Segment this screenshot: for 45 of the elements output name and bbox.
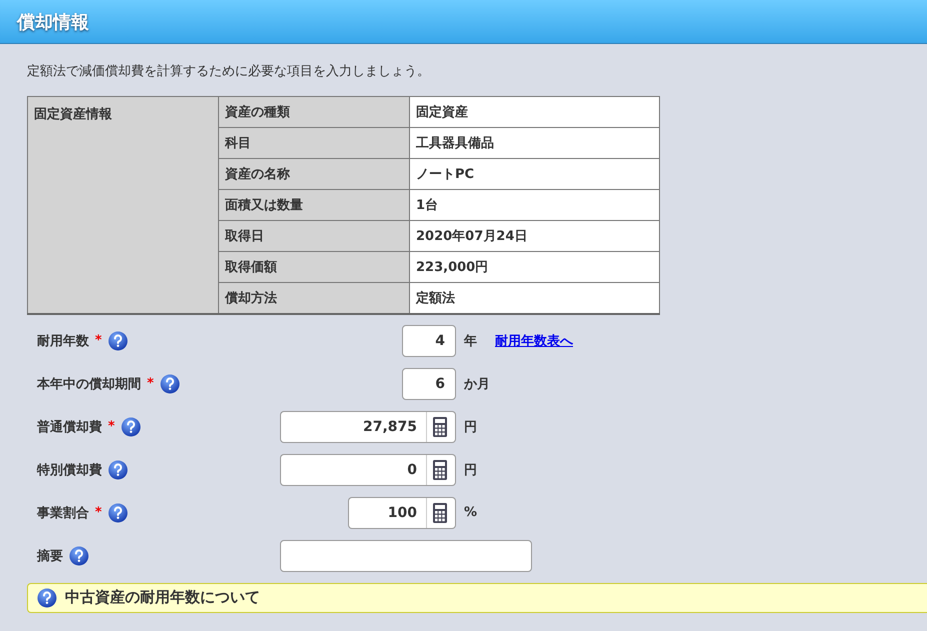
required-mark: * — [147, 376, 154, 391]
table-cell: 償却方法 — [218, 282, 410, 314]
table-cell: 223,000円 — [410, 252, 660, 282]
help-icon[interactable] — [160, 374, 180, 394]
table-cell: 固定資産 — [410, 96, 660, 128]
unit-label: % — [464, 505, 478, 520]
table-cell: 固定資産情報 — [28, 96, 218, 314]
help-icon[interactable] — [108, 502, 128, 522]
input-field[interactable]: 4 — [402, 324, 456, 356]
unit-label: 年 — [464, 332, 477, 350]
table-cell: 工具器具備品 — [410, 128, 660, 158]
help-icon[interactable] — [120, 416, 141, 436]
unit-label: 円 — [464, 418, 477, 436]
help-icon[interactable] — [108, 330, 128, 350]
input-field[interactable] — [280, 540, 532, 572]
table-cell: 取得日 — [218, 220, 410, 252]
field-label: 耐用年数 — [37, 332, 89, 350]
required-mark: * — [95, 505, 102, 520]
help-icon[interactable] — [69, 546, 89, 566]
help-panel-title: 中古資産の耐用年数について — [65, 588, 260, 607]
help-panel[interactable]: 中古資産の耐用年数について — [27, 582, 927, 612]
required-mark: * — [95, 333, 102, 348]
table-cell: 取得価額 — [218, 252, 410, 282]
table-cell: ノートPC — [410, 158, 660, 190]
unit-label: 円 — [464, 462, 477, 478]
field-label: 本年中の償却期間 — [37, 376, 141, 392]
table-cell: 科目 — [218, 128, 410, 158]
required-mark: * — [108, 419, 115, 434]
table-cell: 資産の名称 — [218, 158, 410, 190]
table-cell: 1台 — [410, 190, 660, 220]
section-title: 償却情報 — [17, 10, 89, 34]
instruction-text: 定額法で減価償却費を計算するために必要な項目を入力しましょう。 — [27, 63, 431, 80]
field-label: 摘要 — [37, 548, 63, 564]
table-cell: 資産の種類 — [218, 96, 410, 128]
field-label: 事業割合 — [37, 504, 89, 522]
field-label: 特別償却費 — [37, 462, 102, 478]
table-cell: 面積又は数量 — [218, 190, 410, 220]
help-icon[interactable] — [108, 460, 128, 480]
table-cell: 2020年07月24日 — [410, 220, 660, 252]
useful-life-table-link[interactable]: 耐用年数表へ — [495, 332, 573, 350]
unit-label: か月 — [464, 376, 490, 392]
help-icon[interactable] — [37, 588, 57, 608]
field-label: 普通償却費 — [37, 418, 102, 436]
table-cell: 定額法 — [410, 282, 660, 314]
input-field[interactable]: 6 — [402, 368, 456, 400]
